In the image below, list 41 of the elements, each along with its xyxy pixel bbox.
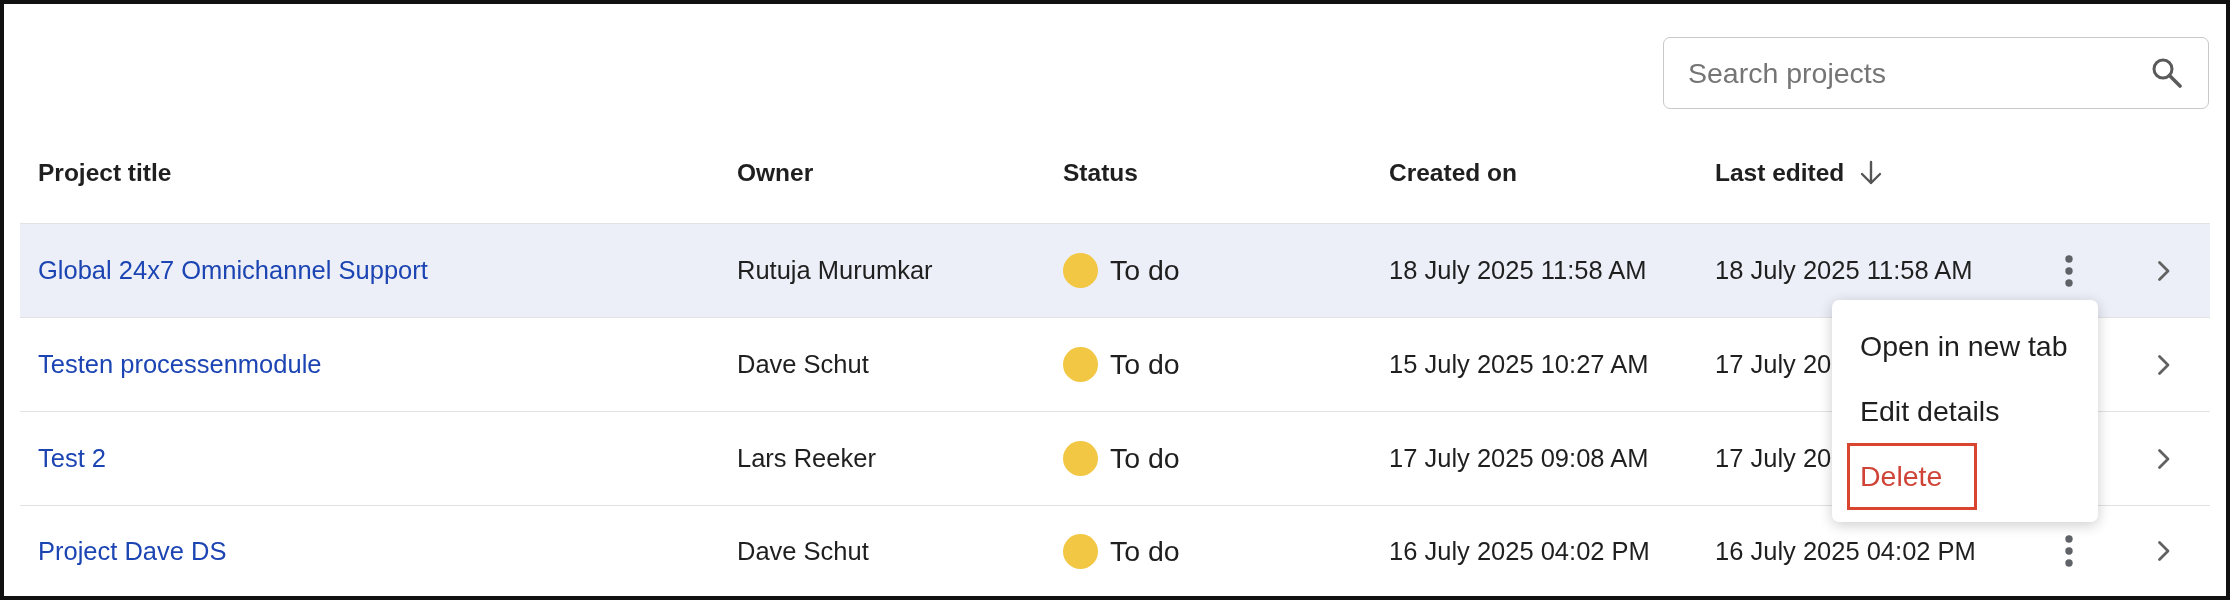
menu-item[interactable]: Delete xyxy=(1847,443,1977,510)
created-date: 17 July 2025 09:08 AM xyxy=(1389,444,1649,473)
created-date: 16 July 2025 04:02 PM xyxy=(1389,536,1650,565)
owner-name: Lars Reeker xyxy=(737,444,876,473)
owner-name: Dave Schut xyxy=(737,350,869,379)
status-dot-icon xyxy=(1063,347,1098,382)
edited-date: 18 July 2025 11:58 AM xyxy=(1715,256,1973,285)
project-title-link[interactable]: Project Dave DS xyxy=(38,536,227,565)
table-row[interactable]: Global 24x7 Omnichannel Support Rutuja Murumkar To do 18 July 2025 11:58 AM 18 July 2025 11:58 AM xyxy=(20,223,2210,317)
column-header[interactable]: Owner xyxy=(737,154,814,192)
column-header[interactable]: Created on xyxy=(1389,154,1517,192)
owner-name: Rutuja Murumkar xyxy=(737,256,933,285)
chevron-right-icon[interactable] xyxy=(2157,540,2171,562)
search-field[interactable]: Search projects xyxy=(1663,37,2209,109)
chevron-right-icon[interactable] xyxy=(2157,259,2171,282)
column-header[interactable]: Last edited xyxy=(1715,154,1845,192)
status-label: To do xyxy=(1110,347,1180,383)
edited-date: 17 July 20 xyxy=(1715,350,1832,379)
status-label: To do xyxy=(1110,533,1180,569)
project-title-link[interactable]: Global 24x7 Omnichannel Support xyxy=(38,256,428,285)
column-header[interactable]: Project title xyxy=(38,154,172,192)
chevron-right-icon[interactable] xyxy=(2157,447,2171,470)
status-dot-icon xyxy=(1063,441,1098,476)
menu-item[interactable]: Open in new tab xyxy=(1832,314,2098,379)
status-label: To do xyxy=(1110,253,1180,289)
three-dots-icon[interactable] xyxy=(2065,535,2073,567)
edited-date: 16 July 2025 04:02 PM xyxy=(1715,536,1976,565)
edited-date: 17 July 20 xyxy=(1715,444,1832,473)
chevron-right-icon[interactable] xyxy=(2157,353,2171,376)
status-label: To do xyxy=(1110,441,1180,477)
status-dot-icon xyxy=(1063,533,1098,569)
column-header[interactable]: Status xyxy=(1063,154,1138,192)
created-date: 15 July 2025 10:27 AM xyxy=(1389,350,1649,379)
status-dot-icon xyxy=(1063,253,1098,288)
project-title-link[interactable]: Testen processenmodule xyxy=(38,350,322,379)
search-icon[interactable] xyxy=(2151,57,2182,88)
down-arrow-icon[interactable] xyxy=(1860,160,1883,186)
three-dots-icon[interactable] xyxy=(2065,254,2073,287)
project-title-link[interactable]: Test 2 xyxy=(38,444,107,473)
created-date: 18 July 2025 11:58 AM xyxy=(1389,256,1647,285)
owner-name: Dave Schut xyxy=(737,536,869,565)
